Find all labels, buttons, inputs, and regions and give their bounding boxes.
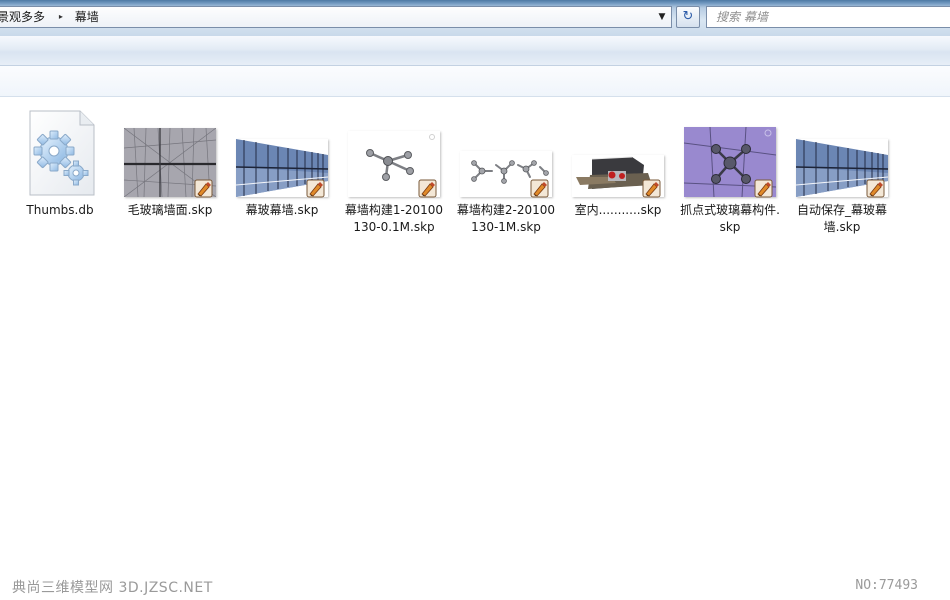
refresh-button[interactable]: ↻ xyxy=(676,6,700,28)
search-input[interactable]: 搜索 幕墙 xyxy=(706,6,950,28)
file-item[interactable]: 抓点式玻璃幕构件.skp xyxy=(680,107,780,236)
navigation-bar: 景观多多 ▸ 幕墙 ▼ ↻ 搜索 幕墙 xyxy=(0,0,950,36)
sketchup-badge-icon xyxy=(418,179,437,198)
address-bar[interactable]: 景观多多 ▸ 幕墙 ▼ xyxy=(0,6,672,28)
file-list-view[interactable]: Thumbs.db 毛玻璃墙面.skp 幕玻幕墙.skp 幕墙构建1-20100… xyxy=(0,97,950,600)
sketchup-badge-icon xyxy=(754,179,773,198)
file-name: 抓点式玻璃幕构件.skp xyxy=(680,203,780,234)
file-name: Thumbs.db xyxy=(26,203,94,217)
sketchup-badge-icon xyxy=(530,179,549,198)
command-toolbar xyxy=(0,36,950,66)
file-name: 室内...........skp xyxy=(574,203,662,217)
file-name: 幕墙构建2-20100130-1M.skp xyxy=(456,203,556,234)
breadcrumb-parent[interactable]: 景观多多 xyxy=(0,7,45,27)
watermark-number: NO:77493 xyxy=(855,578,918,593)
sketchup-badge-icon xyxy=(866,179,885,198)
file-item[interactable]: 幕墙构建1-20100130-0.1M.skp xyxy=(344,107,444,236)
file-name: 自动保存_幕玻幕墙.skp xyxy=(796,203,887,234)
explorer-window: 景观多多 ▸ 幕墙 ▼ ↻ 搜索 幕墙 Thumbs.db 毛玻璃墙面.skp … xyxy=(0,0,950,600)
file-item[interactable]: 幕玻幕墙.skp xyxy=(232,107,332,219)
breadcrumb-separator-icon[interactable]: ▸ xyxy=(59,7,63,27)
file-item[interactable]: 幕墙构建2-20100130-1M.skp xyxy=(456,107,556,236)
file-item[interactable]: Thumbs.db xyxy=(10,107,110,219)
file-name: 毛玻璃墙面.skp xyxy=(127,203,213,217)
file-item[interactable]: 自动保存_幕玻幕墙.skp xyxy=(792,107,892,236)
breadcrumb-current[interactable]: 幕墙 xyxy=(75,7,99,27)
file-name: 幕玻幕墙.skp xyxy=(245,203,319,217)
gear-file-icon xyxy=(29,110,95,196)
refresh-icon: ↻ xyxy=(682,9,694,24)
watermark-site: 典尚三维模型网 3D.JZSC.NET xyxy=(12,580,213,596)
sketchup-badge-icon xyxy=(194,179,213,198)
column-header-bar xyxy=(0,66,950,97)
sketchup-badge-icon xyxy=(306,179,325,198)
file-item[interactable]: 毛玻璃墙面.skp xyxy=(120,107,220,219)
file-name: 幕墙构建1-20100130-0.1M.skp xyxy=(344,203,444,234)
file-item[interactable]: 室内...........skp xyxy=(568,107,668,219)
address-history-dropdown-icon[interactable]: ▼ xyxy=(655,7,669,27)
sketchup-badge-icon xyxy=(642,179,661,198)
